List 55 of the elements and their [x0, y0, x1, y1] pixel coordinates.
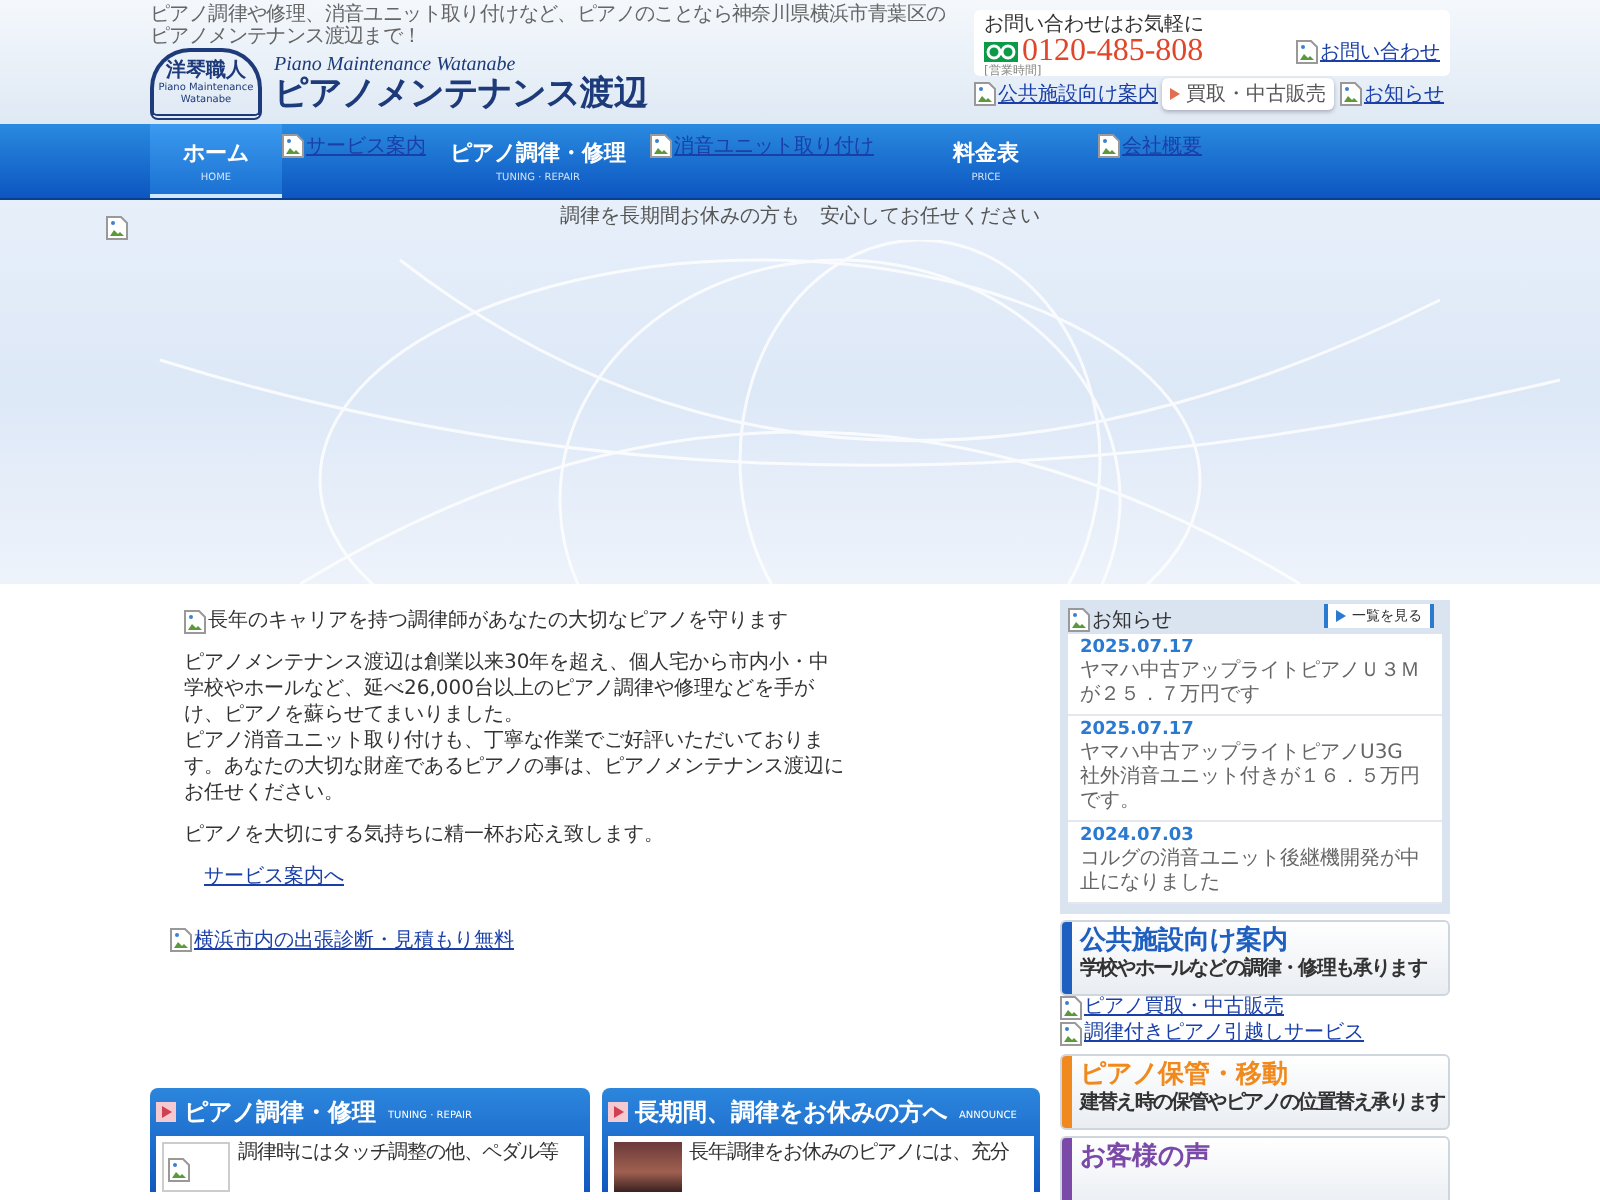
broken-image-icon: [650, 134, 672, 158]
image-link[interactable]: 調律付きピアノ引越しサービス: [1060, 1022, 1364, 1046]
promo-banner[interactable]: お客様の声: [1060, 1136, 1450, 1200]
contact-label: お問い合わせはお気軽に: [984, 14, 1204, 36]
broken-image-icon: [1060, 1022, 1082, 1046]
square-bullet-icon: [156, 1102, 176, 1122]
card-title: 長期間、調律をお休みの方へ: [635, 1095, 947, 1129]
news-heading: お知らせ: [1092, 608, 1172, 634]
news-link[interactable]: コルグの消音ユニット後継機開発が中止になりました: [1080, 848, 1430, 896]
promo-banner[interactable]: ピアノ保管・移動 建替え時の保管やピアノの位置替え承ります: [1060, 1054, 1450, 1130]
intro-text: ピアノ消音ユニット取り付けも、丁寧な作業でご好評いただいております。あなたの大切な財産であるピアノの事は、ピアノメンテナンス渡辺にお任せください。: [184, 728, 844, 806]
banner-title: お客様の声: [1080, 1142, 1210, 1174]
phone-number: 0120-485-808: [1022, 36, 1204, 66]
broken-image-icon: [168, 1158, 190, 1182]
image-link[interactable]: お知らせ: [1340, 80, 1444, 108]
banner-title: 公共施設向け案内: [1080, 926, 1290, 956]
promo-banner[interactable]: 公共施設向け案内 学校やホールなどの調律・修理も承ります: [1060, 920, 1450, 996]
logo-subtitle: Piano Maintenance Watanabe: [274, 54, 518, 76]
image-link[interactable]: ピアノ買取・中古販売: [1060, 996, 1284, 1020]
broken-image-icon: [184, 609, 206, 633]
triangle-icon: [1336, 610, 1346, 622]
broken-image-icon: [1340, 82, 1362, 106]
news-date: 2025.07.17: [1080, 638, 1196, 659]
banner-subtitle: 学校やホールなどの調律・修理も承ります: [1080, 958, 1426, 982]
broken-image-icon: [974, 82, 996, 106]
card-text: 調律時にはタッチ調整の他、ペダル等: [238, 1142, 558, 1168]
purchase-button[interactable]: 買取・中古販売: [1162, 78, 1334, 110]
square-bullet-icon: [607, 1102, 627, 1122]
news-date: 2024.07.03: [1080, 826, 1196, 847]
photo-placeholder: [613, 1142, 681, 1192]
intro-text: ピアノメンテナンス渡辺は創業以来30年を超え、個人宅から市内小・中学校やホールなど、延べ26,000台以上のピアノ調律や修理などを手がけ、ピアノを蘇らせてまいりました。: [184, 650, 832, 728]
news-link[interactable]: ヤマハ中古アップライトピアノＵ３Ｍが２５．７万円です: [1080, 660, 1430, 708]
banner-title: ピアノ保管・移動: [1080, 1060, 1290, 1091]
image-link[interactable]: お問い合わせ: [1296, 38, 1440, 66]
card-title: ピアノ調律・修理: [184, 1095, 376, 1129]
hero-caption: 調律を長期間お休みの方も 安心してお任せください: [560, 203, 1040, 230]
broken-image-icon: [282, 134, 304, 158]
tagline: ピアノ調律や修理、消音ユニット取り付けなど、ピアノのことなら神奈川県横浜市青葉区のピアノメンテナンス渡辺まで！: [150, 4, 948, 48]
card-text: 長年調律をお休みのピアノには、充分: [689, 1142, 1009, 1168]
service-link[interactable]: サービス案内へ: [204, 866, 344, 888]
logo-title: ピアノメンテナンス渡辺: [274, 76, 648, 114]
news-date: 2025.07.17: [1080, 720, 1196, 741]
news-link[interactable]: ヤマハ中古アップライトピアノU3G 社外消音ユニット付きが１６．５万円です。: [1080, 742, 1430, 814]
free-dial-icon: [984, 41, 1018, 61]
broken-image-icon: [1098, 134, 1120, 158]
triangle-icon: [1170, 88, 1180, 100]
broken-image-icon: [170, 928, 192, 952]
broken-image-icon: [1060, 996, 1082, 1020]
broken-image-icon: [1296, 40, 1318, 64]
image-link[interactable]: 公共施設向け案内: [974, 80, 1158, 108]
intro-text: ピアノを大切にする気持ちに精一杯お応え致します。: [184, 822, 666, 848]
broken-image-icon: [106, 216, 128, 240]
image-link[interactable]: 横浜市内の出張診断・見積もり無料: [170, 926, 514, 954]
intro-heading: 長年のキャリアを持つ調律師があなたの大切なピアノを守ります: [184, 608, 844, 634]
banner-subtitle: 建替え時の保管やピアノの位置替え承ります: [1080, 1092, 1445, 1116]
